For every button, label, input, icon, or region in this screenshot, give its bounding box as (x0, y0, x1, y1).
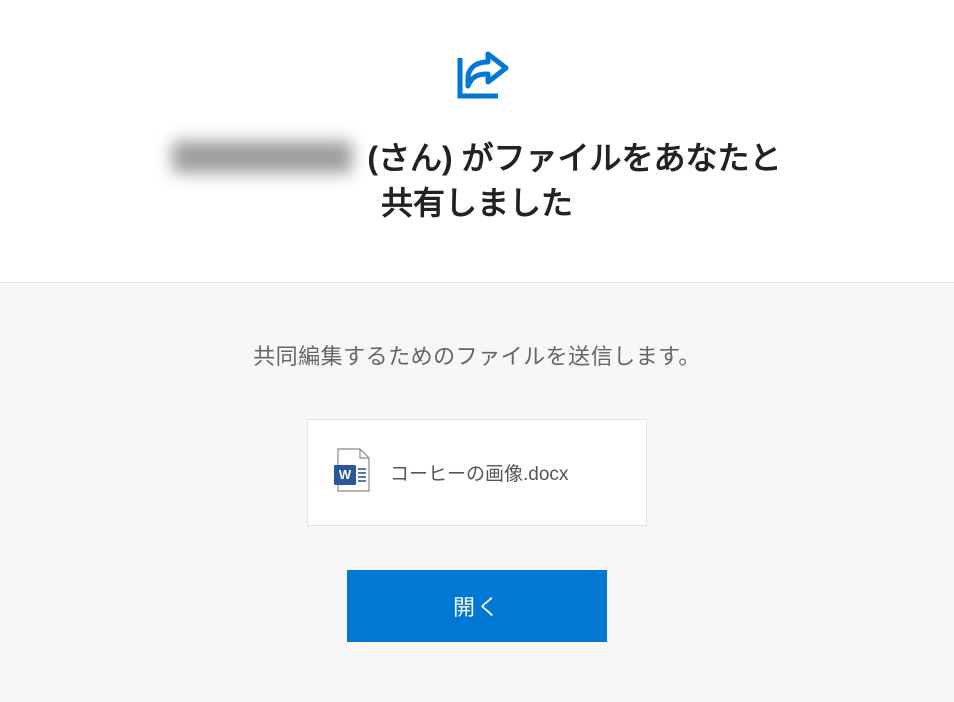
sender-name-redacted (172, 141, 352, 173)
share-notification-title: (さん) がファイルをあなたと共有しました (167, 136, 787, 226)
shared-file-card[interactable]: W コーヒーの画像.docx (307, 419, 647, 526)
notification-body: 共同編集するためのファイルを送信します。 W コーヒーの画像.docx 開く (0, 283, 954, 702)
word-file-icon: W (334, 448, 370, 497)
open-button[interactable]: 開く (347, 570, 607, 642)
title-text: (さん) がファイルをあなたと共有しました (358, 140, 781, 221)
share-icon (20, 48, 934, 104)
notification-header: (さん) がファイルをあなたと共有しました (0, 0, 954, 283)
share-description: 共同編集するためのファイルを送信します。 (20, 339, 934, 371)
svg-text:W: W (339, 467, 352, 482)
shared-file-name: コーヒーの画像.docx (390, 459, 568, 486)
